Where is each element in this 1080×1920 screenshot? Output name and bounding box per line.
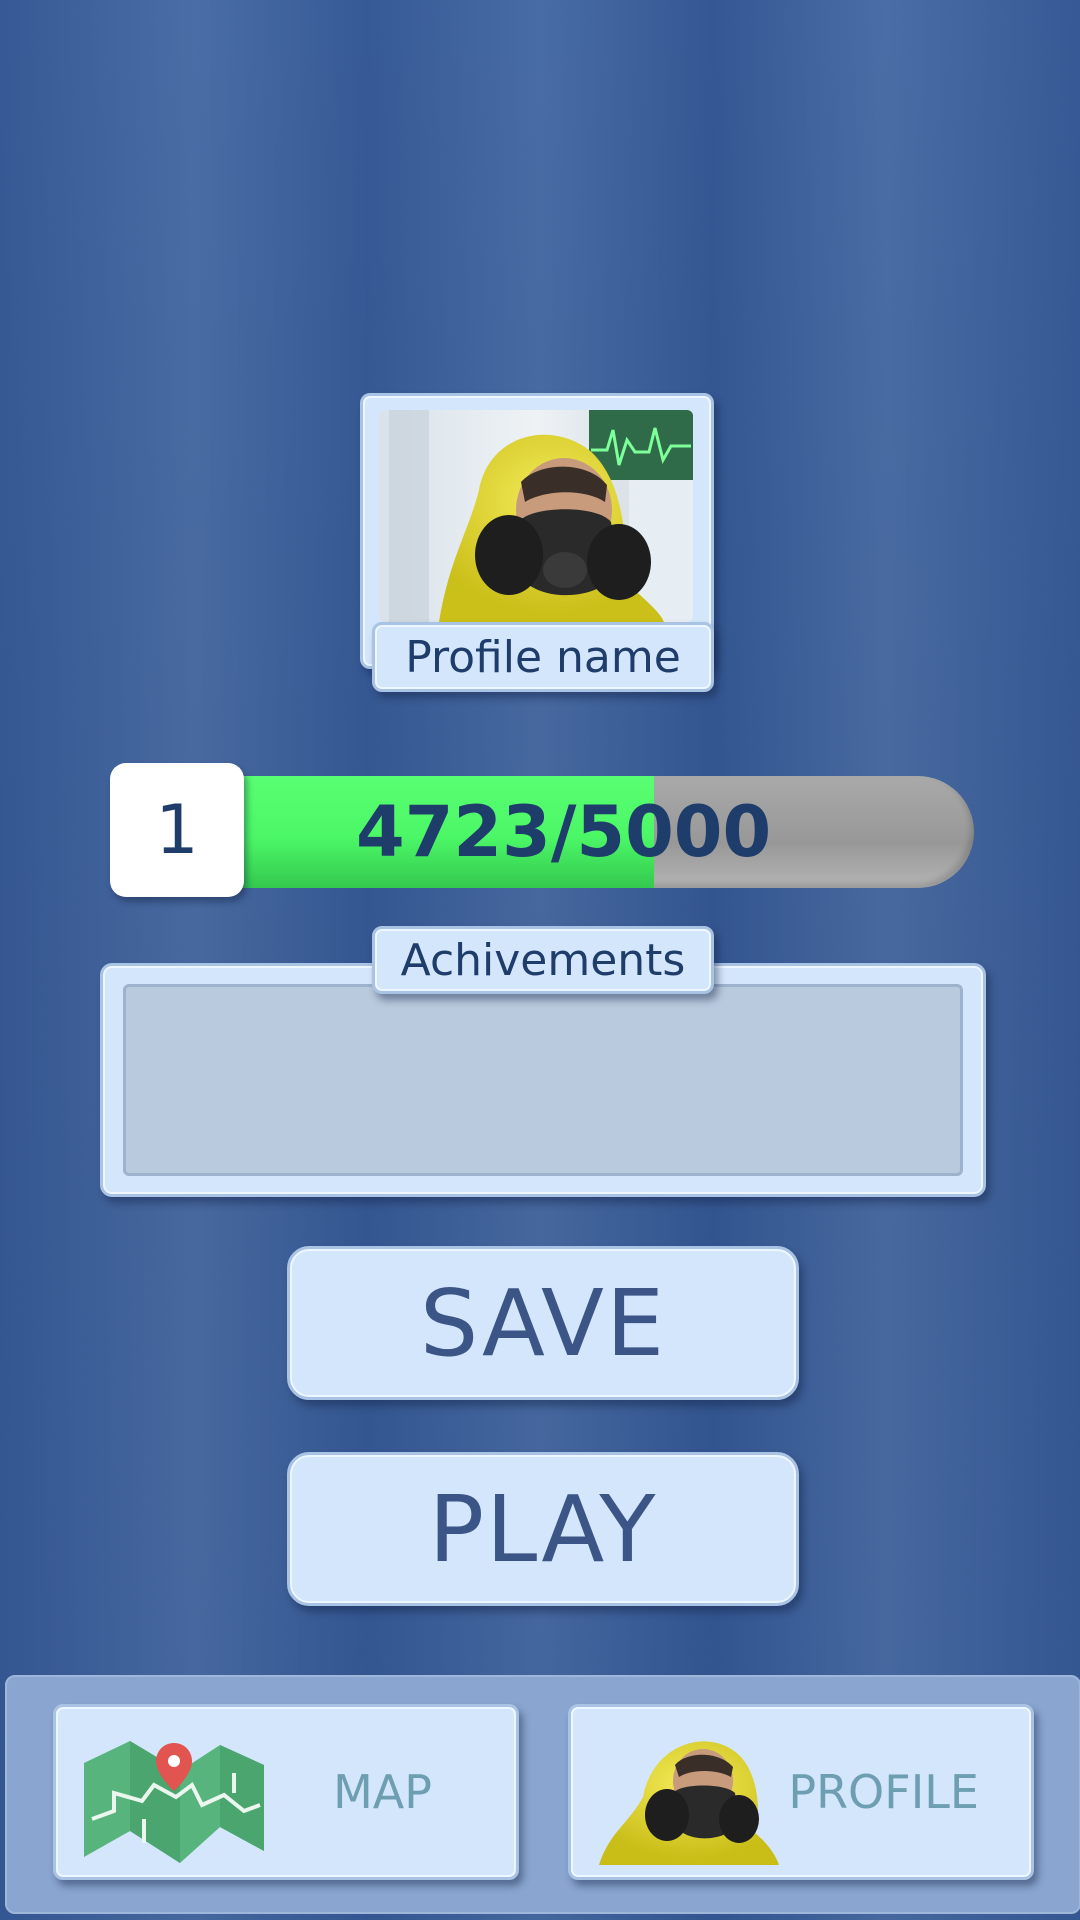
hazmat-avatar-image <box>379 410 693 622</box>
level-number: 1 <box>155 790 199 870</box>
save-button-label: SAVE <box>419 1269 667 1377</box>
profile-name-label: Profile name <box>405 631 681 683</box>
nav-profile-label: PROFILE <box>788 1765 979 1819</box>
hazmat-avatar-icon <box>599 1723 779 1865</box>
save-button[interactable]: SAVE <box>287 1246 799 1400</box>
play-button-label: PLAY <box>428 1475 658 1583</box>
nav-map-button[interactable]: MAP <box>53 1704 519 1880</box>
nav-map-label: MAP <box>333 1765 432 1819</box>
xp-progress-text: 4723/5000 <box>356 791 772 873</box>
achievements-tab[interactable]: Achivements <box>372 926 714 994</box>
play-button[interactable]: PLAY <box>287 1452 799 1606</box>
achievements-list <box>123 984 963 1176</box>
xp-progress-bar: 4723/5000 <box>236 776 974 888</box>
achievements-panel <box>100 963 986 1197</box>
level-badge: 1 <box>110 763 244 897</box>
map-pin-icon <box>84 1723 264 1865</box>
nav-profile-button[interactable]: PROFILE <box>568 1704 1034 1880</box>
profile-name-plate[interactable]: Profile name <box>372 622 714 692</box>
achievements-label: Achivements <box>400 934 686 986</box>
